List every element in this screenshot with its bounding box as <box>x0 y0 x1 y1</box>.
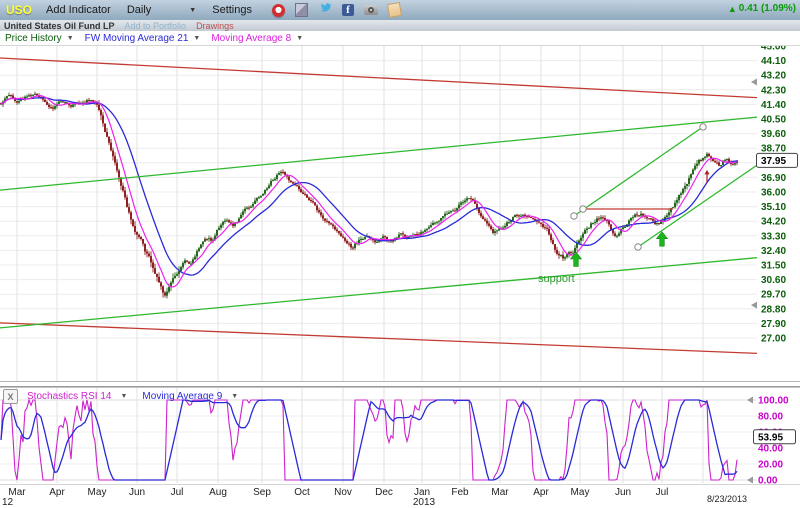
x-axis-month-label: Sep <box>253 487 271 498</box>
x-axis-month-label: Apr <box>533 487 549 498</box>
ma21-line[interactable] <box>1 98 737 276</box>
chevron-down-icon[interactable]: ▼ <box>296 35 303 42</box>
x-axis-month-label: May <box>88 487 107 498</box>
stoch-rsi-dropdown[interactable]: Stochastics RSI 14 <box>27 391 111 402</box>
x-axis-month-label: Apr <box>49 487 65 498</box>
add-to-portfolio-link[interactable]: Add to Portfolio <box>125 21 187 31</box>
x-axis-year-label: 12 <box>2 497 13 508</box>
alarm-clock-icon[interactable] <box>272 4 285 17</box>
drawing-handle[interactable] <box>571 213 577 219</box>
x-axis-month-label: May <box>571 487 590 498</box>
y-axis-label: 41.40 <box>761 100 786 111</box>
symbol-label: USO <box>6 3 32 17</box>
timeframe-dropdown[interactable]: Daily ▼ <box>127 4 196 16</box>
ma8-dropdown[interactable]: Moving Average 8 <box>211 33 291 44</box>
y-axis-label: 42.30 <box>761 85 786 96</box>
y-axis-label: 39.60 <box>761 129 786 140</box>
y-axis-label: 36.90 <box>761 173 786 184</box>
symbol-subbar: United States Oil Fund LP Add to Portfol… <box>0 20 800 31</box>
toolbar-icons: f <box>272 2 401 18</box>
twitter-icon[interactable] <box>318 2 332 18</box>
axis-marker-triangle[interactable] <box>751 79 757 86</box>
chevron-down-icon[interactable]: ▼ <box>193 35 200 42</box>
settings-button[interactable]: Settings <box>212 4 252 16</box>
candles <box>0 92 738 299</box>
drawings-link[interactable]: Drawings <box>196 21 234 31</box>
chevron-down-icon[interactable]: ▼ <box>67 35 74 42</box>
drawing-handle[interactable] <box>580 206 586 212</box>
panel-axis-label: 80.00 <box>758 412 783 423</box>
x-axis-month-label: Jun <box>129 487 145 498</box>
y-axis-label: 32.40 <box>761 246 786 257</box>
y-axis-label: 30.60 <box>761 275 786 286</box>
camera-icon[interactable] <box>364 5 378 15</box>
ma8-line[interactable] <box>1 96 737 287</box>
add-indicator-button[interactable]: Add Indicator <box>46 4 111 16</box>
x-axis-end-date-label: 8/23/2013 <box>707 494 747 504</box>
price-history-dropdown[interactable]: Price History <box>5 33 62 44</box>
y-axis-label: 33.30 <box>761 231 786 242</box>
close-panel-button[interactable]: X <box>3 389 18 404</box>
price-change: ▲ 0.41 (1.09%) <box>728 3 796 14</box>
chart-legend: Price History ▼ FW Moving Average 21 ▼ M… <box>0 31 800 46</box>
toolbar: USO Add Indicator Daily ▼ Settings f ▲ 0… <box>0 0 800 20</box>
y-axis-labels: 45.0044.1043.2042.3041.4040.5039.6038.70… <box>751 46 798 345</box>
x-axis-month-label: Oct <box>294 487 310 498</box>
steep-green-trendline-a[interactable] <box>574 127 703 216</box>
panel-axis-label: 40.00 <box>758 444 783 455</box>
main-price-chart[interactable]: support 45.00 44.10 43.20 42.30 41.40 40.50 39.… <box>0 46 800 388</box>
y-axis-label: 36.00 <box>761 188 786 199</box>
panel-axis-label: 100.00 <box>758 396 789 407</box>
facebook-icon[interactable]: f <box>342 4 354 16</box>
drawing-handle[interactable] <box>635 244 641 250</box>
lower-green-support-line[interactable] <box>0 258 757 328</box>
chevron-down-icon: ▼ <box>189 7 196 14</box>
y-axis-label: 35.10 <box>761 202 786 213</box>
panel-axis-label: 20.00 <box>758 460 783 471</box>
axis-marker-triangle[interactable] <box>747 397 753 404</box>
y-axis-label: 27.90 <box>761 319 786 330</box>
y-axis-label: 34.20 <box>761 217 786 228</box>
x-axis-month-label: Jul <box>656 487 669 498</box>
x-axis-year-label: 2013 <box>413 497 435 508</box>
y-axis-label: 40.50 <box>761 115 786 126</box>
chevron-down-icon[interactable]: ▼ <box>231 393 238 400</box>
x-axis-month-label: Jul <box>171 487 184 498</box>
ma9-dropdown[interactable]: Moving Average 9 <box>142 391 222 402</box>
indicator-value-label: 53.95 <box>758 432 783 443</box>
y-axis-label: 29.70 <box>761 290 786 301</box>
axis-marker-triangle[interactable] <box>747 477 753 484</box>
x-axis-month-label: Aug <box>209 487 227 498</box>
chevron-down-icon[interactable]: ▼ <box>120 393 127 400</box>
x-axis: MarAprMayJunJulAugSepOctNovDecJanFebMarA… <box>0 485 800 508</box>
panel-axis-labels: 100.0080.0060.0040.0020.000.0053.95 <box>747 396 796 486</box>
last-price-label: 37.95 <box>761 156 786 167</box>
y-axis-label: 45.00 <box>761 46 786 53</box>
axis-marker-triangle[interactable] <box>751 302 757 309</box>
cube-icon[interactable] <box>295 3 308 17</box>
x-axis-month-label: Dec <box>375 487 393 498</box>
y-axis-label: 31.50 <box>761 261 786 272</box>
fund-title: United States Oil Fund LP <box>4 21 115 31</box>
price-change-value: 0.41 (1.09%) <box>739 3 796 14</box>
timeframe-value: Daily <box>127 4 151 16</box>
y-axis-label: 44.10 <box>761 56 786 67</box>
ma21-dropdown[interactable]: FW Moving Average 21 <box>85 33 189 44</box>
support-annotation: support <box>538 273 575 285</box>
x-axis-month-label: Jun <box>615 487 631 498</box>
x-axis-month-label: Mar <box>491 487 508 498</box>
upper-red-trendline[interactable] <box>0 58 757 98</box>
indicator-panel-header: X Stochastics RSI 14 ▼ Moving Average 9 … <box>3 389 244 404</box>
y-axis-label: 43.20 <box>761 71 786 82</box>
x-axis-month-label: Feb <box>451 487 468 498</box>
note-icon[interactable] <box>387 2 402 18</box>
x-axis-month-label: Nov <box>334 487 352 498</box>
y-axis-label: 27.00 <box>761 334 786 345</box>
up-arrow-icon: ▲ <box>728 4 737 14</box>
y-axis-label: 28.80 <box>761 304 786 315</box>
drawing-handle[interactable] <box>700 124 706 130</box>
